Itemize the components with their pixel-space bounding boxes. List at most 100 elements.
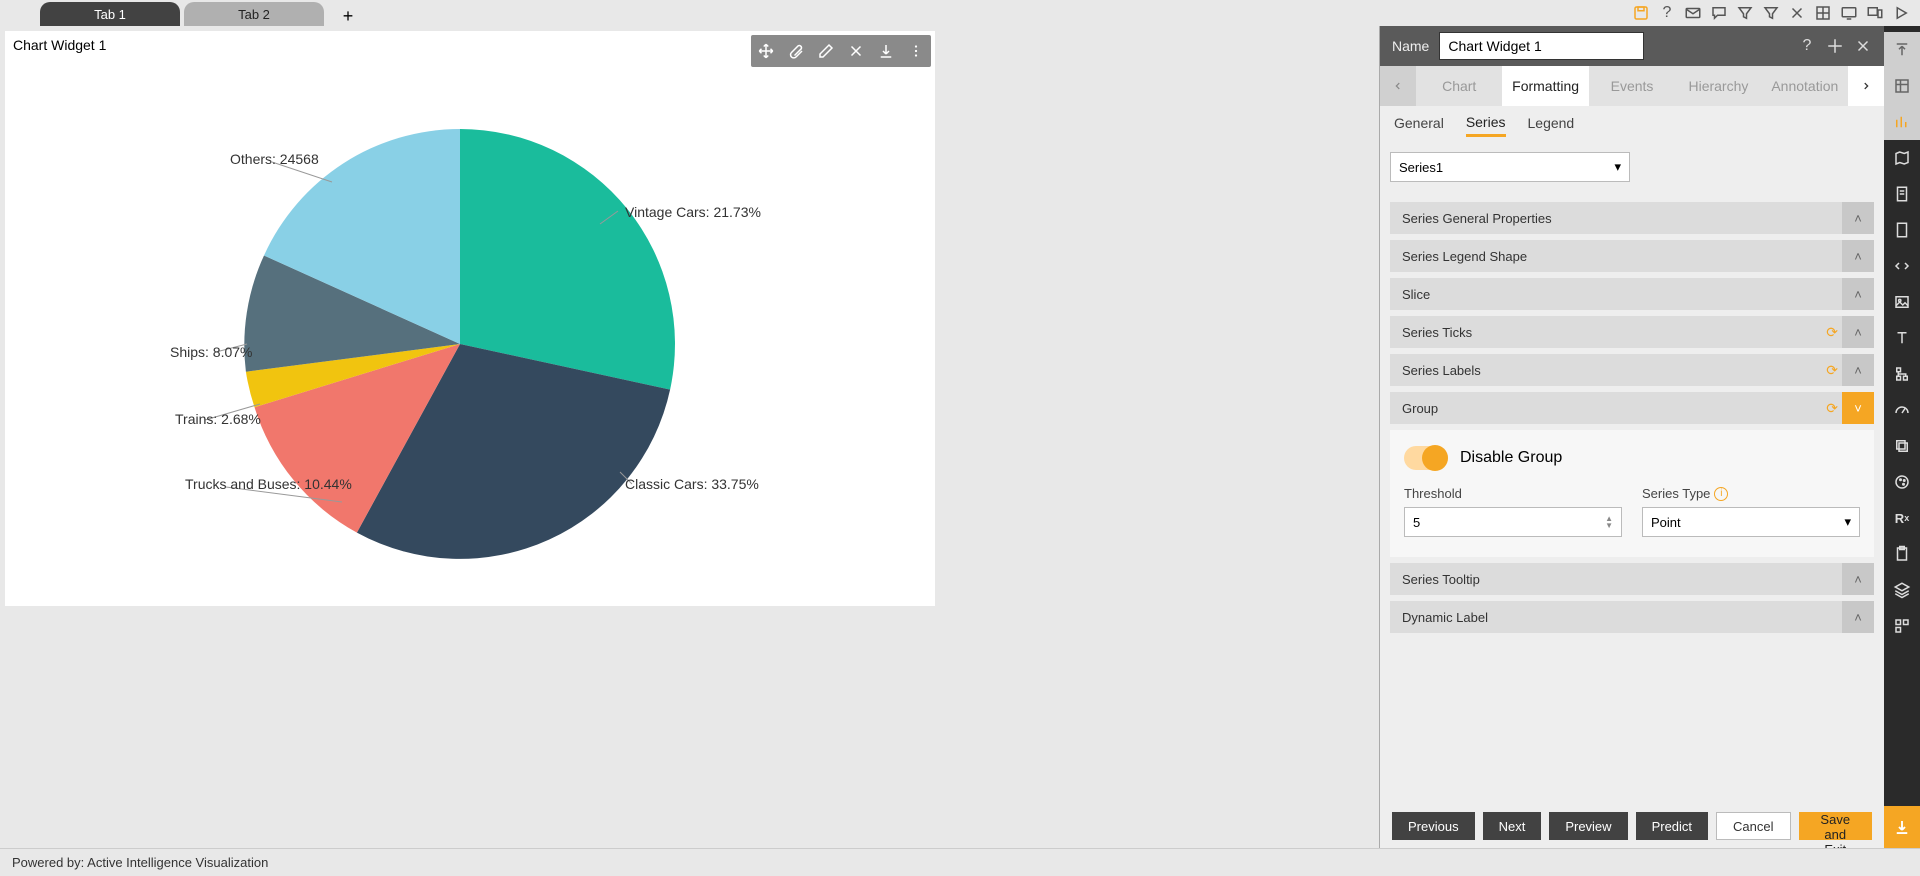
subtab-legend[interactable]: Legend: [1528, 115, 1575, 135]
info-icon[interactable]: i: [1714, 487, 1728, 501]
map-icon[interactable]: [1884, 140, 1920, 176]
tab-events[interactable]: Events: [1589, 66, 1675, 106]
tab-hierarchy[interactable]: Hierarchy: [1675, 66, 1761, 106]
series-select[interactable]: Series1 ▾: [1390, 152, 1630, 182]
cancel-button[interactable]: Cancel: [1716, 812, 1790, 840]
data-icon[interactable]: [1884, 68, 1920, 104]
widgets-icon[interactable]: [1884, 608, 1920, 644]
tabs-next-icon[interactable]: [1848, 66, 1884, 106]
panel-close-icon[interactable]: [1854, 37, 1872, 55]
copy-icon[interactable]: [1884, 428, 1920, 464]
tab-2-label: Tab 2: [238, 7, 270, 22]
refresh-icon[interactable]: ⟳: [1826, 324, 1838, 341]
chevron-up-icon[interactable]: ˄: [1842, 316, 1874, 348]
report-icon[interactable]: [1884, 176, 1920, 212]
disable-group-toggle[interactable]: [1404, 446, 1448, 470]
help-icon[interactable]: ?: [1658, 4, 1676, 22]
properties-panel: Name ? Chart Formatting Events Hierarchy…: [1379, 26, 1884, 848]
collapse-icon[interactable]: [1884, 32, 1920, 68]
acc-labels[interactable]: Series Labels⟳˄: [1390, 354, 1874, 386]
subtab-series[interactable]: Series: [1466, 114, 1506, 137]
gauge-icon[interactable]: [1884, 392, 1920, 428]
chevron-up-icon[interactable]: ˄: [1842, 601, 1874, 633]
acc-legend-shape[interactable]: Series Legend Shape˄: [1390, 240, 1874, 272]
label-vintage: Vintage Cars: 21.73%: [625, 204, 761, 220]
chevron-down-icon[interactable]: ˅: [1842, 392, 1874, 424]
more-icon[interactable]: [907, 42, 925, 60]
chart-widget[interactable]: Chart Widget 1: [5, 31, 935, 606]
footer-text: Powered by: Active Intelligence Visualiz…: [12, 855, 268, 870]
save-button[interactable]: Save and Exit: [1799, 812, 1873, 840]
text-icon[interactable]: [1884, 320, 1920, 356]
threshold-input[interactable]: 5 ▲▼: [1404, 507, 1622, 537]
threshold-label: Threshold: [1404, 486, 1622, 501]
chevron-up-icon[interactable]: ˄: [1842, 240, 1874, 272]
predict-button[interactable]: Predict: [1636, 812, 1708, 840]
spinner-icon[interactable]: ▲▼: [1605, 515, 1613, 529]
tree-icon[interactable]: [1884, 356, 1920, 392]
edit-icon[interactable]: [817, 42, 835, 60]
rx-icon[interactable]: Rx: [1884, 500, 1920, 536]
acc-general-props[interactable]: Series General Properties˄: [1390, 202, 1874, 234]
tools-icon[interactable]: [1788, 4, 1806, 22]
layers-icon[interactable]: [1884, 572, 1920, 608]
next-button[interactable]: Next: [1483, 812, 1542, 840]
threshold-value: 5: [1413, 515, 1420, 530]
tab-chart[interactable]: Chart: [1416, 66, 1502, 106]
acc-ticks[interactable]: Series Ticks⟳˄: [1390, 316, 1874, 348]
label-ships: Ships: 8.07%: [170, 344, 253, 360]
clip-icon[interactable]: [787, 42, 805, 60]
acc-slice[interactable]: Slice˄: [1390, 278, 1874, 310]
refresh-icon[interactable]: ⟳: [1826, 400, 1838, 417]
sub-tabs: General Series Legend: [1380, 106, 1884, 144]
filter-icon[interactable]: [1762, 4, 1780, 22]
refresh-icon[interactable]: ⟳: [1826, 362, 1838, 379]
preview-button[interactable]: Preview: [1549, 812, 1627, 840]
tab-2[interactable]: Tab 2: [184, 2, 324, 26]
comment-icon[interactable]: [1710, 4, 1728, 22]
image-icon[interactable]: [1884, 284, 1920, 320]
chevron-up-icon[interactable]: ˄: [1842, 278, 1874, 310]
funnel-icon[interactable]: [1736, 4, 1754, 22]
chevron-up-icon[interactable]: ˄: [1842, 202, 1874, 234]
acc-group[interactable]: Group⟳˅: [1390, 392, 1874, 424]
chevron-up-icon[interactable]: ˄: [1842, 354, 1874, 386]
page-icon[interactable]: [1884, 212, 1920, 248]
monitor-icon[interactable]: [1840, 4, 1858, 22]
brush-icon[interactable]: [1884, 464, 1920, 500]
tab-annotation[interactable]: Annotation: [1762, 66, 1848, 106]
download-icon[interactable]: [877, 42, 895, 60]
panel-move-icon[interactable]: [1826, 37, 1844, 55]
slice-vintage[interactable]: [460, 129, 675, 390]
mail-icon[interactable]: [1684, 4, 1702, 22]
chevron-up-icon[interactable]: ˄: [1842, 563, 1874, 595]
download-button[interactable]: [1884, 806, 1920, 848]
chart-title: Chart Widget 1: [13, 37, 106, 53]
acc-dynamic[interactable]: Dynamic Label˄: [1390, 601, 1874, 633]
grid-icon[interactable]: [1814, 4, 1832, 22]
tab-1[interactable]: Tab 1: [40, 2, 180, 26]
series-type-select[interactable]: Point ▾: [1642, 507, 1860, 537]
save-icon[interactable]: [1632, 4, 1650, 22]
play-icon[interactable]: [1892, 4, 1910, 22]
pie-chart: Vintage Cars: 21.73% Classic Cars: 33.75…: [5, 59, 935, 606]
prop-tabs: Chart Formatting Events Hierarchy Annota…: [1380, 66, 1884, 106]
tabs-prev-icon[interactable]: [1380, 66, 1416, 106]
name-input[interactable]: [1439, 32, 1644, 60]
name-label: Name: [1392, 38, 1429, 54]
previous-button[interactable]: Previous: [1392, 812, 1475, 840]
chart-icon[interactable]: [1884, 104, 1920, 140]
move-icon[interactable]: [757, 42, 775, 60]
subtab-general[interactable]: General: [1394, 115, 1444, 135]
tab-formatting[interactable]: Formatting: [1502, 66, 1588, 106]
devices-icon[interactable]: [1866, 4, 1884, 22]
code-icon[interactable]: [1884, 248, 1920, 284]
acc-tooltip[interactable]: Series Tooltip˄: [1390, 563, 1874, 595]
label-classic: Classic Cars: 33.75%: [625, 476, 759, 492]
settings-icon[interactable]: [847, 42, 865, 60]
add-tab-button[interactable]: +: [338, 6, 358, 26]
clipboard-icon[interactable]: [1884, 536, 1920, 572]
tab-strip: Tab 1 Tab 2 + ?: [0, 0, 1920, 26]
panel-help-icon[interactable]: ?: [1798, 37, 1816, 55]
canvas-area: Chart Widget 1: [0, 26, 1379, 848]
